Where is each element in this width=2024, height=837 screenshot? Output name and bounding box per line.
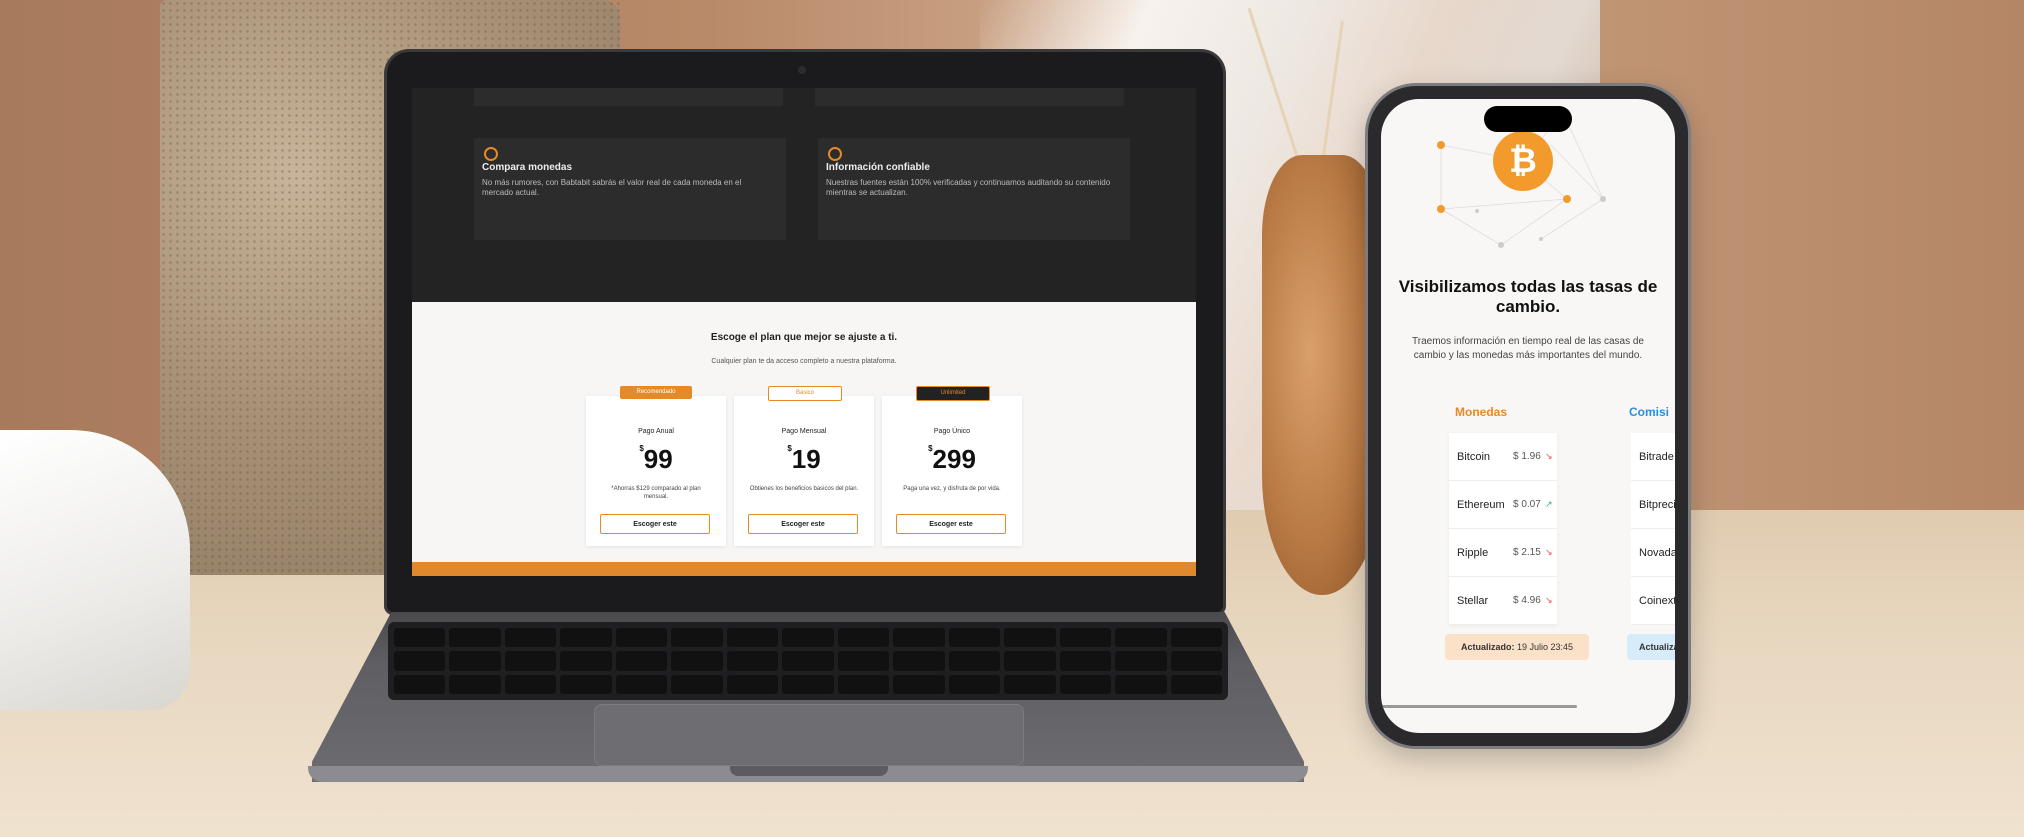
feature-card-compara: Compara monedas No más rumores, con Babt… — [474, 138, 786, 240]
choose-plan-button[interactable]: Escoger este — [748, 514, 858, 534]
feature-desc: No más rumores, con Babtabit sabrás el v… — [482, 178, 742, 197]
feature-title: Información confiable — [826, 162, 930, 173]
laptop-screen: Compara monedas No más rumores, con Babt… — [412, 88, 1196, 576]
hero-title: Visibilizamos todas las tasas de cambio. — [1398, 277, 1658, 316]
trend-down-icon: ↘ — [1545, 451, 1553, 461]
plan-card-unico: Unlimited Pago Único $299 Paga una vez, … — [882, 386, 1022, 546]
plan-badge: Básico — [768, 386, 842, 401]
phone-screen: ₿ Visibilizamos todas las tasas de cambi… — [1381, 99, 1675, 733]
comisiones-heading: Comisi — [1629, 405, 1670, 419]
clock-icon — [828, 147, 842, 161]
plan-name: Pago Único — [933, 428, 971, 435]
list-item[interactable]: Novada — [1631, 529, 1675, 577]
laptop-notch — [730, 766, 888, 776]
laptop-camera — [798, 66, 806, 74]
feature-card-informacion: Información confiable Nuestras fuentes e… — [818, 138, 1130, 240]
pricing-heading: Escoge el plan que mejor se ajuste a ti. — [710, 332, 898, 343]
plan-price: $99 — [639, 444, 673, 474]
feature-desc: Nuestras fuentes están 100% verificadas … — [826, 178, 1111, 197]
updated-badge: Actualizado: 19 Julio 23:45 — [1445, 634, 1589, 660]
trend-up-icon: ↗ — [1545, 499, 1553, 509]
plan-price: $299 — [928, 444, 976, 474]
plan-note: Paga una vez, y disfruta de por vida. — [903, 486, 1001, 492]
feature-cards-top — [474, 88, 1124, 106]
scroll-indicator[interactable] — [1381, 705, 1577, 708]
hero-subtitle: Traemos información en tiempo real de la… — [1412, 336, 1644, 361]
feature-title: Compara monedas — [482, 162, 573, 173]
monedas-heading: Monedas — [1455, 405, 1508, 419]
plan-card-anual: Recomendado Pago Anual $99 *Ahorras $129… — [586, 386, 726, 546]
plan-card-mensual: Básico Pago Mensual $19 Obtienes los ben… — [734, 386, 874, 546]
white-cloth — [0, 430, 190, 710]
monedas-table: Bitcoin $ 1.96 ↘ Ethereum $ 0.07 ↗ Rippl… — [1449, 433, 1557, 625]
list-item[interactable]: Bitrade — [1631, 433, 1675, 481]
list-item[interactable]: Coinext — [1631, 577, 1675, 625]
plan-badge: Unlimited — [916, 386, 990, 401]
trend-down-icon: ↘ — [1545, 547, 1553, 557]
list-item[interactable]: Bitpreci — [1631, 481, 1675, 529]
comisiones-table: Bitrade Bitpreci Novada Coinext — [1631, 433, 1675, 625]
plan-note: Obtienes los beneficios basicos del plan… — [749, 486, 859, 492]
dynamic-island — [1484, 106, 1572, 132]
updated-badge-comisiones: Actualiza — [1627, 634, 1675, 660]
choose-plan-button[interactable]: Escoger este — [600, 514, 710, 534]
plan-name: Pago Anual — [638, 428, 674, 435]
plan-price: $19 — [787, 444, 821, 474]
plan-badge: Recomendado — [620, 386, 692, 399]
plan-note: *Ahorras $129 comparado al plan mensual. — [611, 486, 701, 500]
list-item[interactable]: Bitcoin $ 1.96 ↘ — [1449, 433, 1557, 481]
vase — [1262, 155, 1382, 595]
clock-icon — [484, 147, 498, 161]
trackpad — [594, 704, 1024, 766]
trend-down-icon: ↘ — [1545, 595, 1553, 605]
footer-strip — [412, 562, 1196, 576]
pricing-section: Escoge el plan que mejor se ajuste a ti.… — [412, 302, 1196, 576]
choose-plan-button[interactable]: Escoger este — [896, 514, 1006, 534]
keyboard — [388, 622, 1228, 700]
list-item[interactable]: Ethereum $ 0.07 ↗ — [1449, 481, 1557, 529]
list-item[interactable]: Ripple $ 2.15 ↘ — [1449, 529, 1557, 577]
list-item[interactable]: Stellar $ 4.96 ↘ — [1449, 577, 1557, 625]
plan-name: Pago Mensual — [781, 428, 827, 435]
pricing-subheading: Cualquier plan te da acceso completo a n… — [711, 358, 897, 365]
bitcoin-icon: ₿ — [1493, 131, 1553, 191]
